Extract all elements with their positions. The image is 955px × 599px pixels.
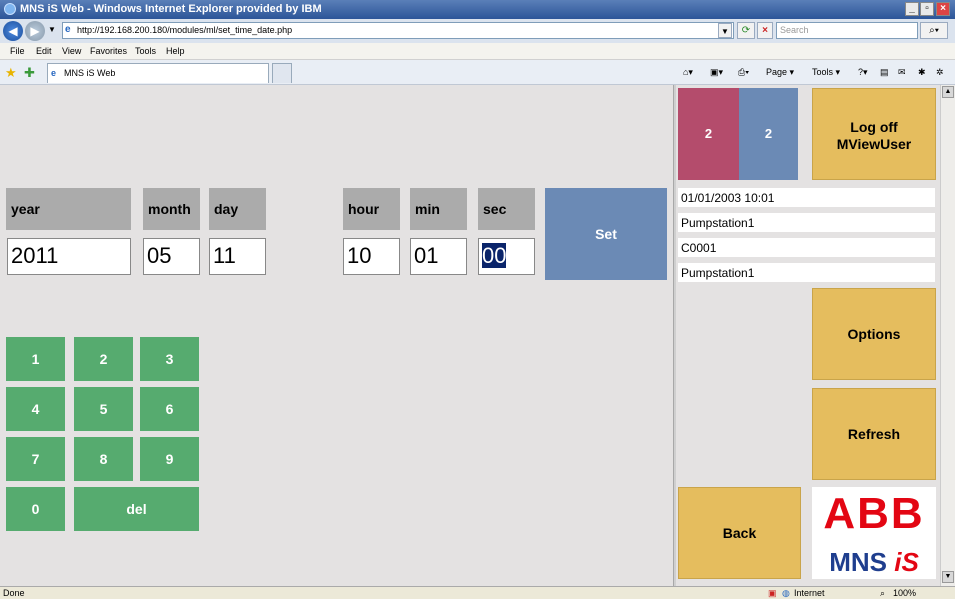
history-dropdown-icon[interactable]: ▼ <box>48 25 56 34</box>
messenger-icon[interactable]: ✉ <box>898 67 906 78</box>
min-header: min <box>410 188 467 230</box>
sec-header: sec <box>478 188 535 230</box>
year-input[interactable]: 2011 <box>7 238 131 275</box>
min-input[interactable]: 01 <box>410 238 467 275</box>
refresh-page-icon[interactable]: ⟳ <box>737 22 755 39</box>
year-header: year <box>6 188 131 230</box>
extension-icon[interactable]: ✲ <box>936 67 944 78</box>
page-content: year month day hour min sec 2011 05 11 1… <box>0 85 955 586</box>
help-icon[interactable]: ?▾ <box>858 67 868 78</box>
search-input[interactable]: Search <box>776 22 918 39</box>
status-text: Done <box>3 588 25 598</box>
log-off-user: MViewUser <box>836 136 912 152</box>
zoom-icon[interactable]: ⌕ <box>880 588 885 599</box>
keypad-3[interactable]: 3 <box>140 337 199 381</box>
keypad-del[interactable]: del <box>74 487 199 531</box>
ie-logo-icon <box>4 3 16 15</box>
back-button[interactable]: Back <box>678 487 801 579</box>
keypad-7[interactable]: 7 <box>6 437 65 481</box>
favorites-star-icon[interactable]: ★ <box>5 65 17 81</box>
bluetooth-icon[interactable]: ✱ <box>918 67 926 78</box>
day-input[interactable]: 11 <box>209 238 266 275</box>
month-header: month <box>143 188 200 230</box>
popup-blocker-icon[interactable]: ▣ <box>768 588 777 599</box>
sec-input[interactable]: 00 <box>478 238 535 275</box>
info-station-2: Pumpstation1 <box>678 263 935 282</box>
keypad-4[interactable]: 4 <box>6 387 65 431</box>
refresh-button[interactable]: Refresh <box>812 388 936 480</box>
keypad-8[interactable]: 8 <box>74 437 133 481</box>
window-title: MNS iS Web - Windows Internet Explorer p… <box>20 3 322 15</box>
tab-mns-is-web[interactable]: e MNS iS Web <box>47 63 269 83</box>
page-icon: e <box>65 24 71 35</box>
new-tab-button[interactable] <box>272 63 292 83</box>
zoom-level[interactable]: 100% <box>893 588 916 598</box>
keypad-0[interactable]: 0 <box>6 487 65 531</box>
sidebar-panel: 2 2 Log off MViewUser 01/01/2003 10:01 P… <box>676 85 940 586</box>
minimize-button[interactable]: _ <box>905 2 919 16</box>
mns-is-logo-text: MNS iS <box>812 547 936 578</box>
month-input[interactable]: 05 <box>143 238 200 275</box>
hour-header: hour <box>343 188 400 230</box>
menu-help[interactable]: Help <box>166 46 185 56</box>
address-bar-row: ◀ ▶ ▼ e http://192.168.200.180/modules/m… <box>0 19 955 43</box>
address-url: http://192.168.200.180/modules/ml/set_ti… <box>77 25 293 35</box>
maximize-button[interactable]: ▫ <box>920 2 934 16</box>
log-off-label: Log off <box>850 119 898 135</box>
alarm-count-red[interactable]: 2 <box>678 88 739 180</box>
security-zone-label: Internet <box>794 588 825 598</box>
tab-bar: ★ ✚ e MNS iS Web ⌂▾ ▣▾ ⎙▾ Page ▾ Tools ▾… <box>0 60 955 85</box>
info-code: C0001 <box>678 238 935 257</box>
set-button[interactable]: Set <box>545 188 667 280</box>
keypad-1[interactable]: 1 <box>6 337 65 381</box>
menu-favorites[interactable]: Favorites <box>90 46 127 56</box>
is-text: iS <box>894 547 919 577</box>
info-datetime: 01/01/2003 10:01 <box>678 188 935 207</box>
tab-label: MNS iS Web <box>64 68 116 78</box>
forward-nav-button[interactable]: ▶ <box>25 21 45 41</box>
keypad-6[interactable]: 6 <box>140 387 199 431</box>
research-icon[interactable]: ▤ <box>880 67 889 78</box>
page-menu[interactable]: Page ▾ <box>766 67 794 78</box>
home-icon[interactable]: ⌂▾ <box>683 67 693 78</box>
address-input[interactable]: e http://192.168.200.180/modules/ml/set_… <box>62 22 734 39</box>
vertical-scrollbar[interactable]: ▲ ▼ <box>940 85 955 586</box>
scroll-down-icon[interactable]: ▼ <box>942 571 954 583</box>
sec-selected-value: 00 <box>482 243 507 268</box>
menu-tools[interactable]: Tools <box>135 46 156 56</box>
internet-zone-icon: ◍ <box>782 588 790 598</box>
stop-icon[interactable]: × <box>757 22 773 39</box>
back-nav-button[interactable]: ◀ <box>3 21 23 41</box>
keypad-5[interactable]: 5 <box>74 387 133 431</box>
abb-logo-text: ABB <box>823 489 925 538</box>
options-button[interactable]: Options <box>812 288 936 380</box>
alarm-count-blue[interactable]: 2 <box>739 88 798 180</box>
tab-page-icon: e <box>51 68 57 78</box>
feeds-icon[interactable]: ▣▾ <box>710 67 723 78</box>
mns-text: MNS <box>829 547 887 577</box>
set-time-date-panel: year month day hour min sec 2011 05 11 1… <box>0 85 673 586</box>
search-icon[interactable]: ⌕▾ <box>920 22 948 39</box>
day-header: day <box>209 188 266 230</box>
info-station: Pumpstation1 <box>678 213 935 232</box>
scroll-up-icon[interactable]: ▲ <box>942 86 954 98</box>
close-window-button[interactable]: × <box>936 2 950 16</box>
print-icon[interactable]: ⎙▾ <box>738 67 749 78</box>
add-favorites-icon[interactable]: ✚ <box>24 65 35 81</box>
menu-edit[interactable]: Edit <box>36 46 52 56</box>
status-bar: Done ▣ ◍ Internet ⌕ 100% <box>0 586 955 599</box>
keypad-9[interactable]: 9 <box>140 437 199 481</box>
abb-mns-is-logo: ABB MNS iS <box>812 487 936 579</box>
address-dropdown-icon[interactable]: ▼ <box>718 23 732 38</box>
window-title-bar: MNS iS Web - Windows Internet Explorer p… <box>0 0 955 19</box>
log-off-button[interactable]: Log off MViewUser <box>812 88 936 180</box>
menu-bar: File Edit View Favorites Tools Help <box>0 43 955 60</box>
keypad-2[interactable]: 2 <box>74 337 133 381</box>
tools-menu[interactable]: Tools ▾ <box>812 67 840 78</box>
menu-view[interactable]: View <box>62 46 81 56</box>
menu-file[interactable]: File <box>10 46 25 56</box>
hour-input[interactable]: 10 <box>343 238 400 275</box>
